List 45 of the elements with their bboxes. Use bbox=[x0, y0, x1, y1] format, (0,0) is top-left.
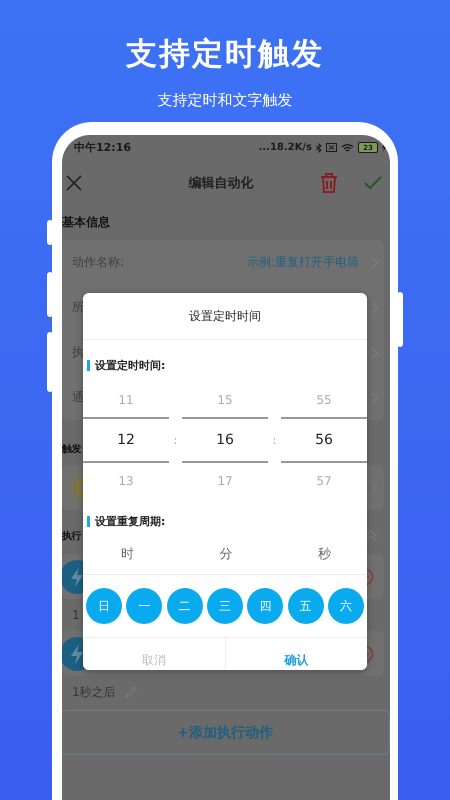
picker-value[interactable]: 55 bbox=[316, 382, 332, 417]
check-icon[interactable] bbox=[364, 176, 382, 190]
picker-value[interactable]: 57 bbox=[316, 463, 332, 498]
time-separator: : bbox=[272, 434, 278, 446]
toolbar-title: 编辑自动化 bbox=[187, 174, 254, 192]
weekday-toggle[interactable]: 四 bbox=[247, 588, 284, 624]
status-time: 中午12:16 bbox=[74, 140, 132, 155]
picker-value[interactable]: 11 bbox=[118, 382, 134, 417]
weekday-toggle[interactable]: 三 bbox=[206, 588, 243, 624]
weekday-toggle[interactable]: 二 bbox=[166, 588, 203, 624]
dialog-title: 设置定时时间 bbox=[189, 308, 261, 324]
sim-icon bbox=[326, 143, 337, 152]
double-chevron-up-icon[interactable] bbox=[364, 530, 378, 542]
section-heading: 基本信息 bbox=[62, 214, 110, 231]
section-heading: 设置定时时间: bbox=[95, 358, 166, 372]
confirm-button[interactable]: 确认 bbox=[226, 638, 367, 670]
weekday-toggle[interactable]: 日 bbox=[86, 588, 122, 624]
accent-bar bbox=[87, 360, 90, 370]
promo-subtitle: 支持定时和文字触发 bbox=[158, 90, 292, 110]
picker-selected-value[interactable]: 16 bbox=[182, 417, 268, 463]
picker-value[interactable]: 13 bbox=[118, 463, 134, 498]
weekday-toggle[interactable]: 一 bbox=[126, 588, 162, 624]
picker-selected-value[interactable]: 56 bbox=[281, 417, 367, 463]
unit-label: 分 bbox=[220, 546, 232, 563]
charging-icon bbox=[382, 143, 386, 152]
unit-label: 时 bbox=[121, 546, 134, 563]
unit-label: 秒 bbox=[318, 546, 331, 563]
close-icon[interactable] bbox=[66, 174, 82, 190]
picker-value[interactable]: 17 bbox=[217, 463, 233, 498]
section-heading: 触发 bbox=[62, 442, 81, 456]
weekday-toggle[interactable]: 五 bbox=[288, 588, 324, 624]
picker-value[interactable]: 15 bbox=[217, 382, 233, 417]
weekday-toggle[interactable]: 六 bbox=[328, 588, 364, 624]
wifi-icon bbox=[341, 142, 354, 152]
picker-selected-value[interactable]: 12 bbox=[83, 417, 169, 463]
time-separator: : bbox=[172, 434, 178, 446]
section-heading: 执行 bbox=[62, 530, 81, 543]
cancel-button[interactable]: 取消 bbox=[83, 638, 226, 670]
section-heading: 设置重复周期: bbox=[95, 514, 166, 528]
accent-bar bbox=[87, 516, 90, 526]
promo-title: 支持定时触发 bbox=[126, 35, 324, 74]
field-value[interactable]: 示例:重复打开手电筒 bbox=[246, 254, 359, 271]
network-speed: ...18.2K/s bbox=[258, 142, 312, 153]
trash-icon[interactable] bbox=[320, 172, 338, 192]
bluetooth-icon bbox=[316, 142, 322, 152]
